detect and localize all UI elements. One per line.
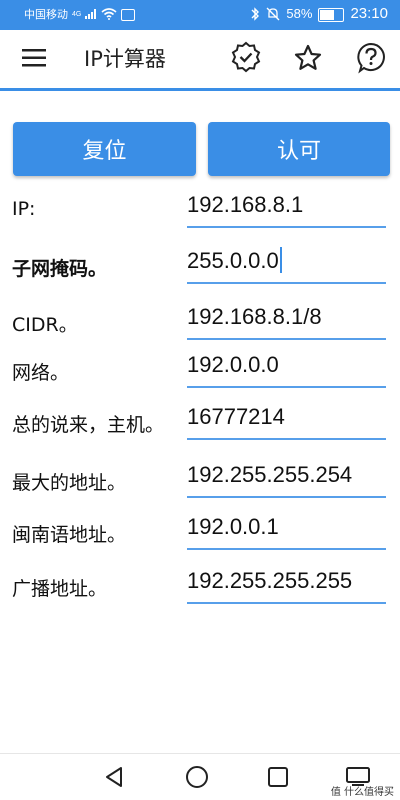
menu-icon[interactable] <box>22 48 46 68</box>
reset-button[interactable]: 复位 <box>13 122 196 176</box>
system-nav-bar: 值 什么值得买 <box>0 753 400 800</box>
status-right: 58% 23:10 <box>250 5 388 22</box>
cidr-label: CIDR。 <box>12 314 78 336</box>
app-bar: IP计算器 <box>0 30 400 91</box>
network-underline <box>187 386 386 388</box>
subnet-mask-underline <box>187 282 386 284</box>
wifi-icon <box>101 8 117 20</box>
cidr-value[interactable]: 192.168.8.1/8 <box>187 304 322 330</box>
hosts-value[interactable]: 16777214 <box>187 404 285 430</box>
ok-button[interactable]: 认可 <box>208 122 390 176</box>
row-min-address: 闽南语地址。 192.0.0.1 <box>0 502 400 558</box>
text-caret <box>279 247 282 274</box>
row-hosts: 总的说来，主机。 16777214 <box>0 392 400 448</box>
broadcast-label: 广播地址。 <box>12 578 108 600</box>
hosts-underline <box>187 438 386 440</box>
status-left: 中国移动 4G <box>24 6 136 22</box>
status-bar: 中国移动 4G 58% 23:10 <box>0 0 400 30</box>
clock: 23:10 <box>350 5 388 22</box>
broadcast-value[interactable]: 192.255.255.255 <box>187 568 352 594</box>
min-address-underline <box>187 548 386 550</box>
min-address-label: 闽南语地址。 <box>12 524 127 546</box>
row-ip: IP: 192.168.8.1 <box>0 180 400 236</box>
min-address-value[interactable]: 192.0.0.1 <box>187 514 279 540</box>
verified-icon[interactable] <box>230 41 262 73</box>
bluetooth-icon <box>251 6 260 21</box>
network-value[interactable]: 192.0.0.0 <box>187 352 279 378</box>
watermark: 值 什么值得买 <box>330 787 394 798</box>
subnet-mask-value: 255.0.0.0 <box>187 248 279 273</box>
carrier-label: 中国移动 <box>24 9 68 21</box>
row-network: 网络。 192.0.0.0 <box>0 340 400 396</box>
chat-notification-icon <box>121 9 136 21</box>
ip-input-underline <box>187 226 386 228</box>
network-label: 网络。 <box>12 362 70 384</box>
network-type: 4G <box>72 10 82 18</box>
ip-input[interactable]: 192.168.8.1 <box>187 192 303 218</box>
max-address-underline <box>187 496 386 498</box>
back-icon[interactable] <box>104 766 124 788</box>
signal-icon <box>85 9 97 19</box>
max-address-value[interactable]: 192.255.255.254 <box>187 462 352 488</box>
mute-bell-icon <box>266 7 280 20</box>
row-broadcast: 广播地址。 192.255.255.255 <box>0 556 400 612</box>
row-subnet-mask: 子网掩码。 255.0.0.0 <box>0 236 400 292</box>
recent-apps-icon[interactable] <box>268 767 288 787</box>
subnet-mask-label: 子网掩码。 <box>12 258 108 280</box>
star-icon[interactable] <box>293 43 323 73</box>
hosts-label: 总的说来，主机。 <box>12 414 165 436</box>
home-icon[interactable] <box>185 765 209 789</box>
broadcast-underline <box>187 602 386 604</box>
battery-icon <box>318 7 345 22</box>
help-icon[interactable] <box>355 41 387 75</box>
battery-percent: 58% <box>286 6 313 21</box>
row-max-address: 最大的地址。 192.255.255.254 <box>0 450 400 506</box>
ip-label: IP: <box>12 198 36 220</box>
subnet-mask-input[interactable]: 255.0.0.0 <box>187 247 282 275</box>
page-title: IP计算器 <box>84 47 166 71</box>
max-address-label: 最大的地址。 <box>12 472 127 494</box>
